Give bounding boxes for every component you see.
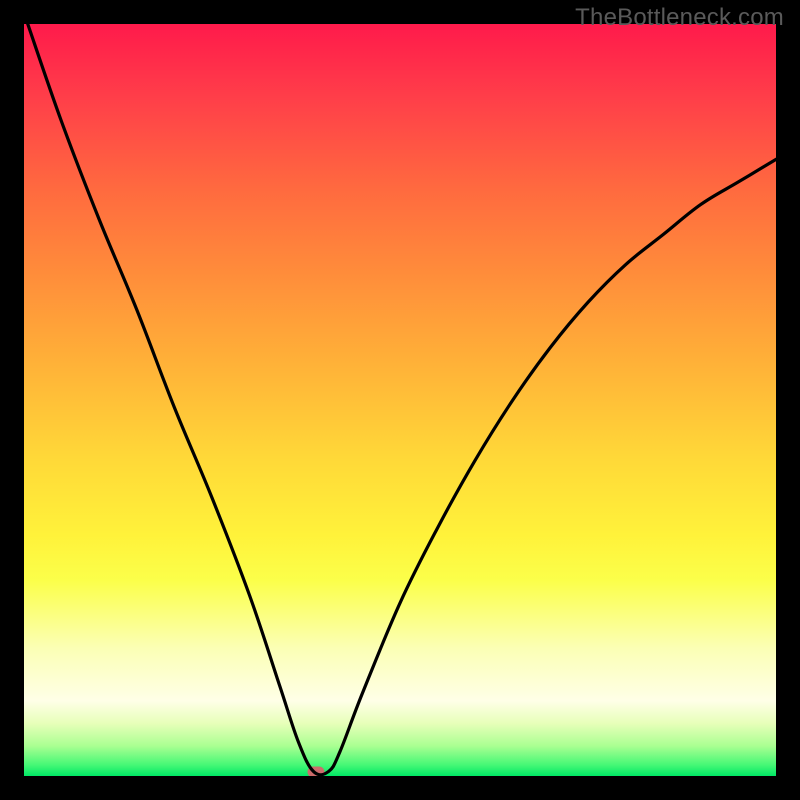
bottleneck-curve	[24, 24, 776, 776]
chart-frame: TheBottleneck.com	[0, 0, 800, 800]
plot-area	[24, 24, 776, 776]
watermark-text: TheBottleneck.com	[575, 4, 784, 32]
